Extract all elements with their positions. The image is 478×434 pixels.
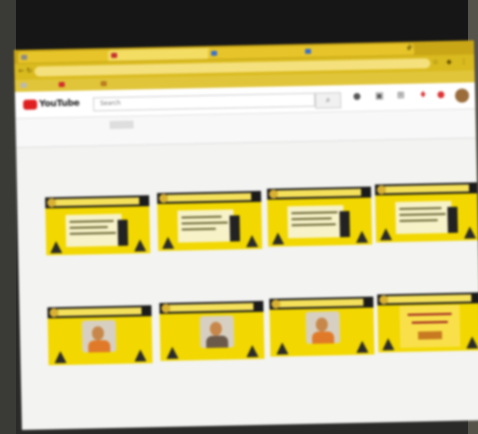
video-title[interactable]: [46, 256, 150, 258]
browser-tab-active[interactable]: ×: [108, 47, 217, 62]
lamp-icon: [356, 340, 369, 353]
tab-favicon-icon: [211, 50, 218, 56]
video-thumbnail[interactable]: [374, 182, 478, 243]
reload-icon[interactable]: ↻: [26, 67, 32, 75]
monitor-screen: × × × × + ← ↻ ☆ ◆ ⋮: [14, 40, 478, 430]
browser-tab[interactable]: ×: [18, 49, 117, 63]
event-poster: [399, 304, 461, 348]
youtube-wordmark: YouTube: [39, 98, 80, 110]
video-card[interactable]: [159, 300, 265, 364]
presenter-figure: [339, 211, 350, 238]
lamp-icon: [161, 236, 175, 249]
video-card[interactable]: [266, 186, 373, 250]
lamp-icon: [355, 230, 369, 243]
video-thumbnail[interactable]: [157, 190, 263, 252]
video-thumbnail[interactable]: [47, 305, 153, 366]
lamp-icon: [271, 232, 285, 245]
lamp-icon: [134, 349, 147, 362]
video-meta: [161, 362, 265, 364]
video-meta: [268, 248, 372, 250]
tab-favicon-icon: [21, 54, 28, 60]
lamp-icon: [276, 342, 289, 355]
bookmark-item[interactable]: [20, 82, 30, 89]
slide-area: [177, 209, 235, 243]
bookmark-item[interactable]: [58, 81, 68, 88]
video-thumbnail[interactable]: [45, 195, 151, 256]
lamp-icon: [463, 226, 477, 239]
search-input[interactable]: Search: [93, 92, 316, 112]
video-card[interactable]: [374, 182, 478, 245]
video-meta: [378, 353, 478, 355]
youtube-favicon-icon: [58, 81, 65, 88]
video-thumbnail[interactable]: [269, 296, 375, 357]
lamp-icon: [379, 228, 393, 241]
apps-icon: [20, 82, 27, 88]
presenter-figure: [447, 206, 458, 233]
lamp-icon: [245, 234, 259, 248]
video-card[interactable]: [269, 296, 375, 360]
apps-grid-icon[interactable]: ⊞: [397, 91, 405, 101]
video-meta: [49, 366, 153, 368]
video-meta: [46, 256, 150, 258]
search-icon: ⌕: [325, 95, 331, 105]
video-meta: [271, 358, 375, 360]
create-video-icon[interactable]: ▣: [375, 91, 384, 101]
extensions-icon[interactable]: ◆: [446, 58, 452, 66]
star-icon[interactable]: ☆: [432, 58, 438, 66]
search-button[interactable]: ⌕: [314, 92, 342, 109]
youtube-play-icon: [23, 99, 38, 110]
video-title[interactable]: [268, 248, 372, 250]
lamp-icon: [133, 239, 147, 252]
presenter-webcam: [199, 315, 235, 349]
presenter-figure: [117, 219, 129, 246]
presenter-webcam: [81, 319, 117, 353]
tab-videos[interactable]: [109, 120, 134, 130]
tab-favicon-icon: [305, 48, 312, 54]
presenter-figure: [229, 215, 241, 242]
avatar[interactable]: [454, 88, 470, 103]
youtube-favicon-icon: [111, 52, 118, 58]
browser-tab[interactable]: ×: [207, 45, 311, 59]
video-card[interactable]: [377, 292, 478, 355]
video-title[interactable]: [376, 243, 478, 245]
notifications-bell-icon[interactable]: ♦: [419, 90, 427, 100]
video-meta: [158, 252, 262, 254]
video-title[interactable]: [158, 252, 262, 254]
bookmark-item[interactable]: [100, 80, 110, 87]
lamp-icon: [382, 338, 395, 351]
lamp-icon: [246, 344, 259, 358]
video-title[interactable]: [378, 353, 478, 355]
bookmark-favicon-icon: [100, 81, 107, 87]
video-thumbnail[interactable]: [266, 186, 373, 247]
video-thumbnail[interactable]: [159, 300, 265, 361]
lamp-icon: [54, 350, 67, 364]
lamp-icon: [50, 241, 63, 254]
presenter-webcam: [305, 311, 341, 344]
microphone-icon[interactable]: ●: [353, 92, 361, 102]
slide-area: [287, 205, 344, 239]
new-tab-icon[interactable]: +: [406, 43, 414, 53]
video-title[interactable]: [49, 366, 153, 368]
lamp-icon: [466, 336, 478, 349]
video-title[interactable]: [161, 362, 265, 364]
video-card[interactable]: [45, 195, 151, 258]
back-icon[interactable]: ←: [18, 67, 24, 75]
menu-icon[interactable]: ⋮: [460, 58, 467, 66]
lamp-icon: [166, 346, 179, 359]
video-card[interactable]: [47, 305, 153, 368]
video-title[interactable]: [271, 358, 375, 360]
notification-badge-icon: ●: [436, 89, 446, 101]
slide-area: [65, 213, 123, 247]
slide-area: [395, 200, 452, 235]
video-thumbnail[interactable]: [377, 292, 478, 353]
video-card[interactable]: [157, 190, 263, 254]
video-meta: [376, 243, 478, 245]
